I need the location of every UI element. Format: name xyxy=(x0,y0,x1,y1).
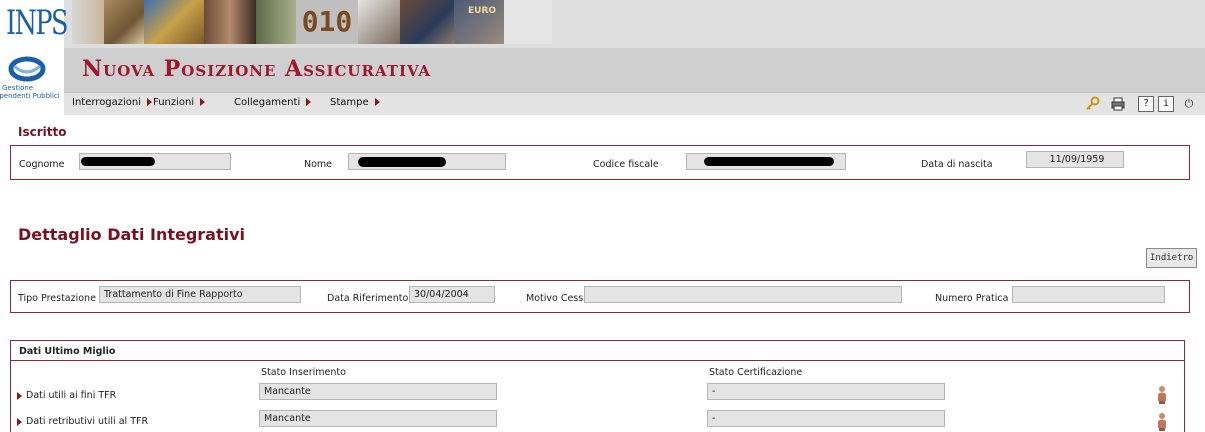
menu-item-interrogazioni[interactable]: Interrogazioni xyxy=(72,97,153,108)
iscritto-panel: Cognome Nome Codice fiscale Data di nasc… xyxy=(10,145,1190,180)
header-photo-strip: 010 EURO xyxy=(72,0,552,44)
data-riferimento-label: Data Riferimento xyxy=(327,293,409,304)
key-icon[interactable] xyxy=(1084,96,1100,112)
inps-logo-area: INPS Gestione Dipendenti Pubblici xyxy=(0,0,69,115)
exit-icon[interactable]: ⏻ xyxy=(1181,96,1197,112)
photo-strip-segment xyxy=(204,0,256,44)
data-nascita-field: 11/09/1959 xyxy=(1026,151,1124,168)
nome-label: Nome xyxy=(304,159,333,170)
inps-logo: INPS xyxy=(6,3,69,43)
photo-strip-segment xyxy=(400,0,454,44)
page-heading: Dettaglio Dati Integrativi xyxy=(18,225,246,244)
ultimo-miglio-title: Dati Ultimo Miglio xyxy=(19,346,116,357)
caret-right-icon xyxy=(17,391,22,400)
dettaglio-panel: Tipo Prestazione Trattamento di Fine Rap… xyxy=(10,280,1190,313)
menu-bar: Interrogazioni Funzioni Collegamenti Sta… xyxy=(64,92,1205,115)
app-header: INPS Gestione Dipendenti Pubblici 010 EU… xyxy=(0,0,1205,115)
stato-inserimento-field: Mancante xyxy=(259,410,497,427)
inps-swirl-icon xyxy=(8,56,46,82)
stato-certificazione-field: - xyxy=(707,410,945,427)
person-icon[interactable] xyxy=(1156,385,1168,405)
photo-strip-segment xyxy=(256,0,296,44)
col-stato-inserimento: Stato Inserimento xyxy=(261,367,346,378)
printer-icon[interactable] xyxy=(1110,96,1126,112)
tipo-prestazione-field: Trattamento di Fine Rapporto xyxy=(99,286,301,303)
photo-strip-segment xyxy=(144,0,204,44)
ultimo-miglio-panel: Dati Ultimo Miglio Stato Inserimento Sta… xyxy=(10,340,1185,432)
redacted-value xyxy=(358,157,446,167)
col-stato-certificazione: Stato Certificazione xyxy=(709,367,803,378)
caret-right-icon xyxy=(200,98,206,106)
photo-strip-numbers: 010 xyxy=(296,0,358,44)
motivo-cess-label: Motivo Cess. xyxy=(526,293,587,304)
page-title: Nuova Posizione Assicurativa xyxy=(82,56,432,82)
numero-pratica-field xyxy=(1012,286,1165,303)
photo-strip-euro: EURO xyxy=(454,0,504,44)
logo-subtitle: Gestione Dipendenti Pubblici xyxy=(0,84,60,100)
codice-fiscale-label: Codice fiscale xyxy=(593,159,659,170)
row-link-dati-utili-tfr[interactable]: Dati utili ai fini TFR xyxy=(17,390,116,401)
data-riferimento-field: 30/04/2004 xyxy=(409,286,495,303)
photo-strip-segment xyxy=(72,0,104,44)
menu-item-collegamenti[interactable]: Collegamenti xyxy=(234,97,312,108)
section-title-iscritto: Iscritto xyxy=(18,125,67,139)
data-nascita-label: Data di nascita xyxy=(921,159,993,170)
row-link-dati-retributivi-tfr[interactable]: Dati retributivi utili al TFR xyxy=(17,416,148,427)
tipo-prestazione-label: Tipo Prestazione xyxy=(18,293,96,304)
caret-right-icon xyxy=(147,98,153,106)
photo-strip-segment xyxy=(104,0,144,44)
person-icon[interactable] xyxy=(1156,412,1168,432)
caret-right-icon xyxy=(306,98,312,106)
motivo-cess-field xyxy=(584,286,902,303)
info-icon[interactable]: i xyxy=(1158,96,1174,112)
menu-item-funzioni[interactable]: Funzioni xyxy=(153,97,206,108)
numero-pratica-label: Numero Pratica xyxy=(935,293,1009,304)
stato-certificazione-field: - xyxy=(707,383,945,400)
stato-inserimento-field: Mancante xyxy=(259,383,497,400)
ultimo-miglio-header: Dati Ultimo Miglio xyxy=(11,341,1184,361)
redacted-value xyxy=(704,157,834,166)
caret-right-icon xyxy=(17,417,22,426)
title-bar: Nuova Posizione Assicurativa xyxy=(64,48,1205,92)
redacted-value xyxy=(81,157,155,166)
caret-right-icon xyxy=(374,98,380,106)
back-button[interactable]: Indietro xyxy=(1146,248,1198,268)
help-icon[interactable]: ? xyxy=(1138,96,1154,112)
photo-strip-segment xyxy=(358,0,400,44)
menu-item-stampe[interactable]: Stampe xyxy=(330,97,380,108)
cognome-label: Cognome xyxy=(19,159,65,170)
